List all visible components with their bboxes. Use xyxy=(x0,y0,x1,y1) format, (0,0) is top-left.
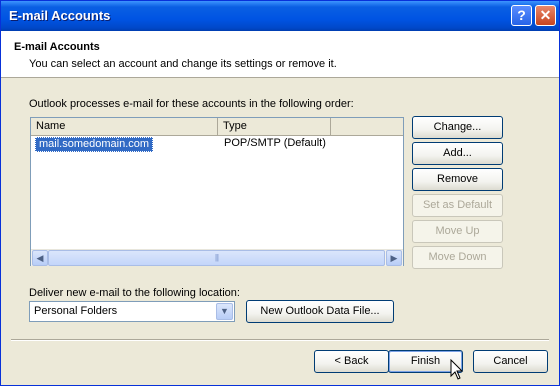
deliver-label: Deliver new e-mail to the following loca… xyxy=(29,287,240,299)
dropdown-button[interactable]: ▼ xyxy=(216,303,233,320)
deliver-location-value: Personal Folders xyxy=(34,305,118,317)
help-button[interactable]: ? xyxy=(511,5,532,26)
grip-icon: ||| xyxy=(214,253,219,262)
close-button[interactable]: ✕ xyxy=(535,5,556,26)
arrow-left-icon: ◀ xyxy=(36,253,44,263)
add-button[interactable]: Add... xyxy=(412,142,503,165)
footer-separator xyxy=(11,339,549,341)
back-button[interactable]: < Back xyxy=(314,350,389,373)
email-accounts-dialog: E-mail Accounts ? ✕ E-mail Accounts You … xyxy=(0,0,560,386)
move-down-button[interactable]: Move Down xyxy=(412,246,503,269)
set-default-button[interactable]: Set as Default xyxy=(412,194,503,217)
remove-button[interactable]: Remove xyxy=(412,168,503,191)
arrow-right-icon: ▶ xyxy=(390,253,398,263)
scroll-right-button[interactable]: ▶ xyxy=(386,250,402,266)
question-icon: ? xyxy=(517,7,526,23)
dialog-header: E-mail Accounts You can select an accoun… xyxy=(1,31,559,78)
mouse-pointer-icon xyxy=(450,359,464,380)
window-title: E-mail Accounts xyxy=(9,8,111,23)
change-button[interactable]: Change... xyxy=(412,116,503,139)
close-icon: ✕ xyxy=(539,7,552,23)
cancel-button[interactable]: Cancel xyxy=(473,350,548,373)
chevron-down-icon: ▼ xyxy=(220,306,229,316)
move-up-button[interactable]: Move Up xyxy=(412,220,503,243)
account-name[interactable]: mail.somedomain.com xyxy=(35,137,154,152)
account-row[interactable]: mail.somedomain.com POP/SMTP (Default) xyxy=(31,136,403,152)
scroll-left-button[interactable]: ◀ xyxy=(32,250,48,266)
accounts-prompt: Outlook processes e-mail for these accou… xyxy=(29,98,354,110)
column-type[interactable]: Type xyxy=(218,118,331,135)
new-data-file-button[interactable]: New Outlook Data File... xyxy=(246,300,394,323)
column-name[interactable]: Name xyxy=(31,118,218,135)
account-type: POP/SMTP (Default) xyxy=(224,137,326,149)
header-title: E-mail Accounts xyxy=(14,41,100,53)
list-header: Name Type xyxy=(31,118,403,136)
scroll-thumb[interactable]: ||| xyxy=(48,250,385,266)
accounts-list[interactable]: Name Type mail.somedomain.com POP/SMTP (… xyxy=(30,117,404,266)
horizontal-scrollbar[interactable]: ◀ ||| ▶ xyxy=(31,249,403,266)
deliver-location-select[interactable]: Personal Folders ▼ xyxy=(29,301,235,322)
header-subtitle: You can select an account and change its… xyxy=(29,58,337,70)
title-bar[interactable]: E-mail Accounts ? ✕ xyxy=(1,1,559,31)
